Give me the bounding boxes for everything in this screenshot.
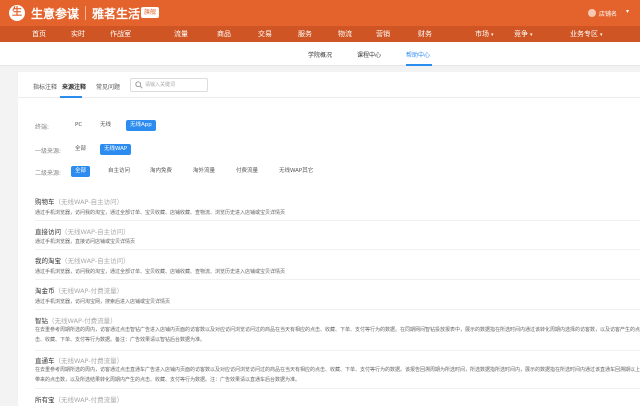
- nav-item-logistics[interactable]: 物流: [338, 26, 352, 42]
- section-title: 直接访问（无线WAP-自主访问）: [35, 226, 130, 236]
- search-icon[interactable]: [135, 81, 143, 89]
- section-title: 购物车（无线WAP-自主访问）: [35, 196, 123, 206]
- section-category: （无线WAP-自主访问）: [61, 228, 130, 236]
- nav-item-realtime[interactable]: 实时: [71, 26, 85, 42]
- chip-level2-external[interactable]: 淘外流量: [189, 166, 219, 177]
- chip-level2-direct[interactable]: 自主访问: [104, 166, 134, 177]
- brand-divider: [85, 6, 86, 20]
- search-box: [130, 78, 208, 92]
- section-description: 在去重参考周期所选的周内，访客通过点击智钻广告进入店铺内页面的访客数以及对应访问…: [35, 327, 640, 343]
- section-divider: [35, 220, 640, 221]
- section-description: 通过手机浏览器，访问淘宝网，搜索后进入店铺或宝贝详情页: [35, 299, 171, 305]
- chip-level2-other[interactable]: 无线WAP其它: [275, 166, 317, 177]
- section-divider: [35, 388, 640, 389]
- nav-item-competition[interactable]: 竞争 ▾: [514, 26, 533, 42]
- section-name: 直接访问: [35, 228, 61, 236]
- nav-item-market-label: 市场: [475, 30, 489, 38]
- section-category: （无线WAP-付费流量）: [54, 287, 124, 295]
- panel-tabs: 指标注释 来源注释 常见问题: [18, 72, 640, 98]
- section-name: 淘金币: [35, 287, 55, 295]
- section-description: 通过手机浏览器，访问我的淘宝，通过全部订单、宝贝收藏、店铺收藏、查物流、浏览历史…: [35, 210, 286, 216]
- nav-item-home[interactable]: 首页: [32, 26, 46, 42]
- section-title: 淘金币（无线WAP-付费流量）: [35, 285, 123, 295]
- section-category: （无线WAP-自主访问）: [54, 198, 124, 206]
- logo-icon[interactable]: 生: [9, 5, 25, 21]
- chip-terminal-wireless-app[interactable]: 无线App: [126, 120, 156, 131]
- section-category: （无线WAP-付费流量）: [48, 317, 117, 325]
- brand-name[interactable]: 生意参谋: [31, 5, 79, 22]
- section-divider: [35, 350, 640, 351]
- section-name: 购物车: [35, 198, 55, 206]
- nav-item-marketing[interactable]: 营销: [376, 26, 390, 42]
- section-description: 在去重参考周期所选的周内，访客通过点击直通车广告进入店铺内页面的访客数以及对应访…: [35, 367, 640, 383]
- chip-terminal-wireless[interactable]: 无线: [96, 120, 115, 131]
- section-name: 直通车: [35, 357, 55, 365]
- tab-metric-notes[interactable]: 指标注释: [33, 82, 57, 91]
- section-name: 所有宝: [35, 396, 55, 404]
- nav-item-traffic[interactable]: 流量: [174, 26, 188, 42]
- nav-item-finance[interactable]: 财务: [418, 26, 432, 42]
- nav-item-market[interactable]: 市场 ▾: [475, 26, 494, 42]
- subnav-item-courses[interactable]: 课程中心: [357, 50, 381, 59]
- section-name: 智钻: [35, 317, 48, 325]
- nav-item-product[interactable]: 商品: [217, 26, 231, 42]
- content-panel: 指标注释 来源注释 常见问题 终端: PC 无线 无线App 一级来源: 全部 …: [18, 72, 640, 406]
- section-divider: [35, 279, 640, 280]
- section-title: 所有宝（无线WAP-付费流量）: [35, 394, 123, 404]
- section-description: 通过手机浏览器，直接访问店铺或宝贝详情页: [35, 239, 136, 245]
- shop-name: 雅茗生活: [92, 7, 141, 21]
- nav-item-trade[interactable]: 交易: [258, 26, 272, 42]
- chip-level2-free[interactable]: 淘内免费: [146, 166, 176, 177]
- section-category: （无线WAP-自主访问）: [61, 257, 130, 265]
- section-name: 我的淘宝: [35, 257, 61, 265]
- section-title: 我的淘宝（无线WAP-自主访问）: [35, 255, 130, 265]
- tab-faq[interactable]: 常见问题: [96, 82, 120, 91]
- chip-terminal-pc[interactable]: PC: [71, 120, 86, 131]
- chevron-down-icon: ▾: [530, 32, 533, 38]
- shop-tag-badge: 旗舰: [141, 7, 160, 18]
- filter-label-level2: 二级来源:: [35, 170, 62, 177]
- chip-level2-all[interactable]: 全部: [71, 166, 91, 177]
- subnav-active-indicator: [406, 64, 432, 66]
- nav-item-business-zone-label: 业务专区: [570, 30, 598, 38]
- chip-level2-paid[interactable]: 付费流量: [232, 166, 262, 177]
- subnav-item-help[interactable]: 帮助中心: [406, 50, 430, 59]
- tab-source-notes[interactable]: 来源注释: [62, 82, 86, 91]
- section-title: 直通车（无线WAP-付费流量）: [35, 355, 123, 365]
- user-avatar-icon[interactable]: [588, 9, 596, 17]
- section-title: 智钻（无线WAP-付费流量）: [35, 315, 117, 325]
- chip-level1-all[interactable]: 全部: [71, 144, 90, 155]
- user-name[interactable]: 店铺名: [599, 9, 617, 18]
- nav-item-business-zone[interactable]: 业务专区 ▾: [570, 26, 603, 42]
- chip-level1-wap[interactable]: 无线WAP: [100, 144, 132, 155]
- section-description: 通过手机浏览器，访问我的淘宝，通过全部订单、宝贝收藏、店铺收藏、查物流、浏览历史…: [35, 269, 286, 275]
- chevron-down-icon: ▾: [600, 32, 603, 38]
- subnav-item-overview[interactable]: 学院概况: [308, 50, 332, 59]
- user-menu-chevron-icon[interactable]: ▾: [626, 8, 629, 15]
- search-input[interactable]: [145, 80, 205, 90]
- nav-item-war-room[interactable]: 作战室: [110, 26, 131, 42]
- section-divider: [35, 309, 640, 310]
- chevron-down-icon: ▾: [491, 32, 494, 38]
- section-divider: [35, 249, 640, 250]
- tab-active-indicator: [60, 96, 82, 98]
- section-category: （无线WAP-付费流量）: [54, 357, 124, 365]
- sub-nav: 学院概况 课程中心 帮助中心: [0, 42, 640, 66]
- filter-label-level1: 一级来源:: [35, 148, 62, 155]
- filter-label-terminal: 终端:: [35, 124, 50, 131]
- main-nav: 首页 实时 作战室 流量 商品 交易 服务 物流 营销 财务 市场 ▾ 竞争 ▾ 业…: [0, 26, 640, 42]
- nav-item-competition-label: 竞争: [514, 30, 528, 38]
- section-category: （无线WAP-付费流量）: [54, 396, 124, 404]
- nav-item-service[interactable]: 服务: [298, 26, 312, 42]
- top-bar: 生 生意参谋 雅茗生活 旗舰 店铺名 ▾: [0, 0, 640, 26]
